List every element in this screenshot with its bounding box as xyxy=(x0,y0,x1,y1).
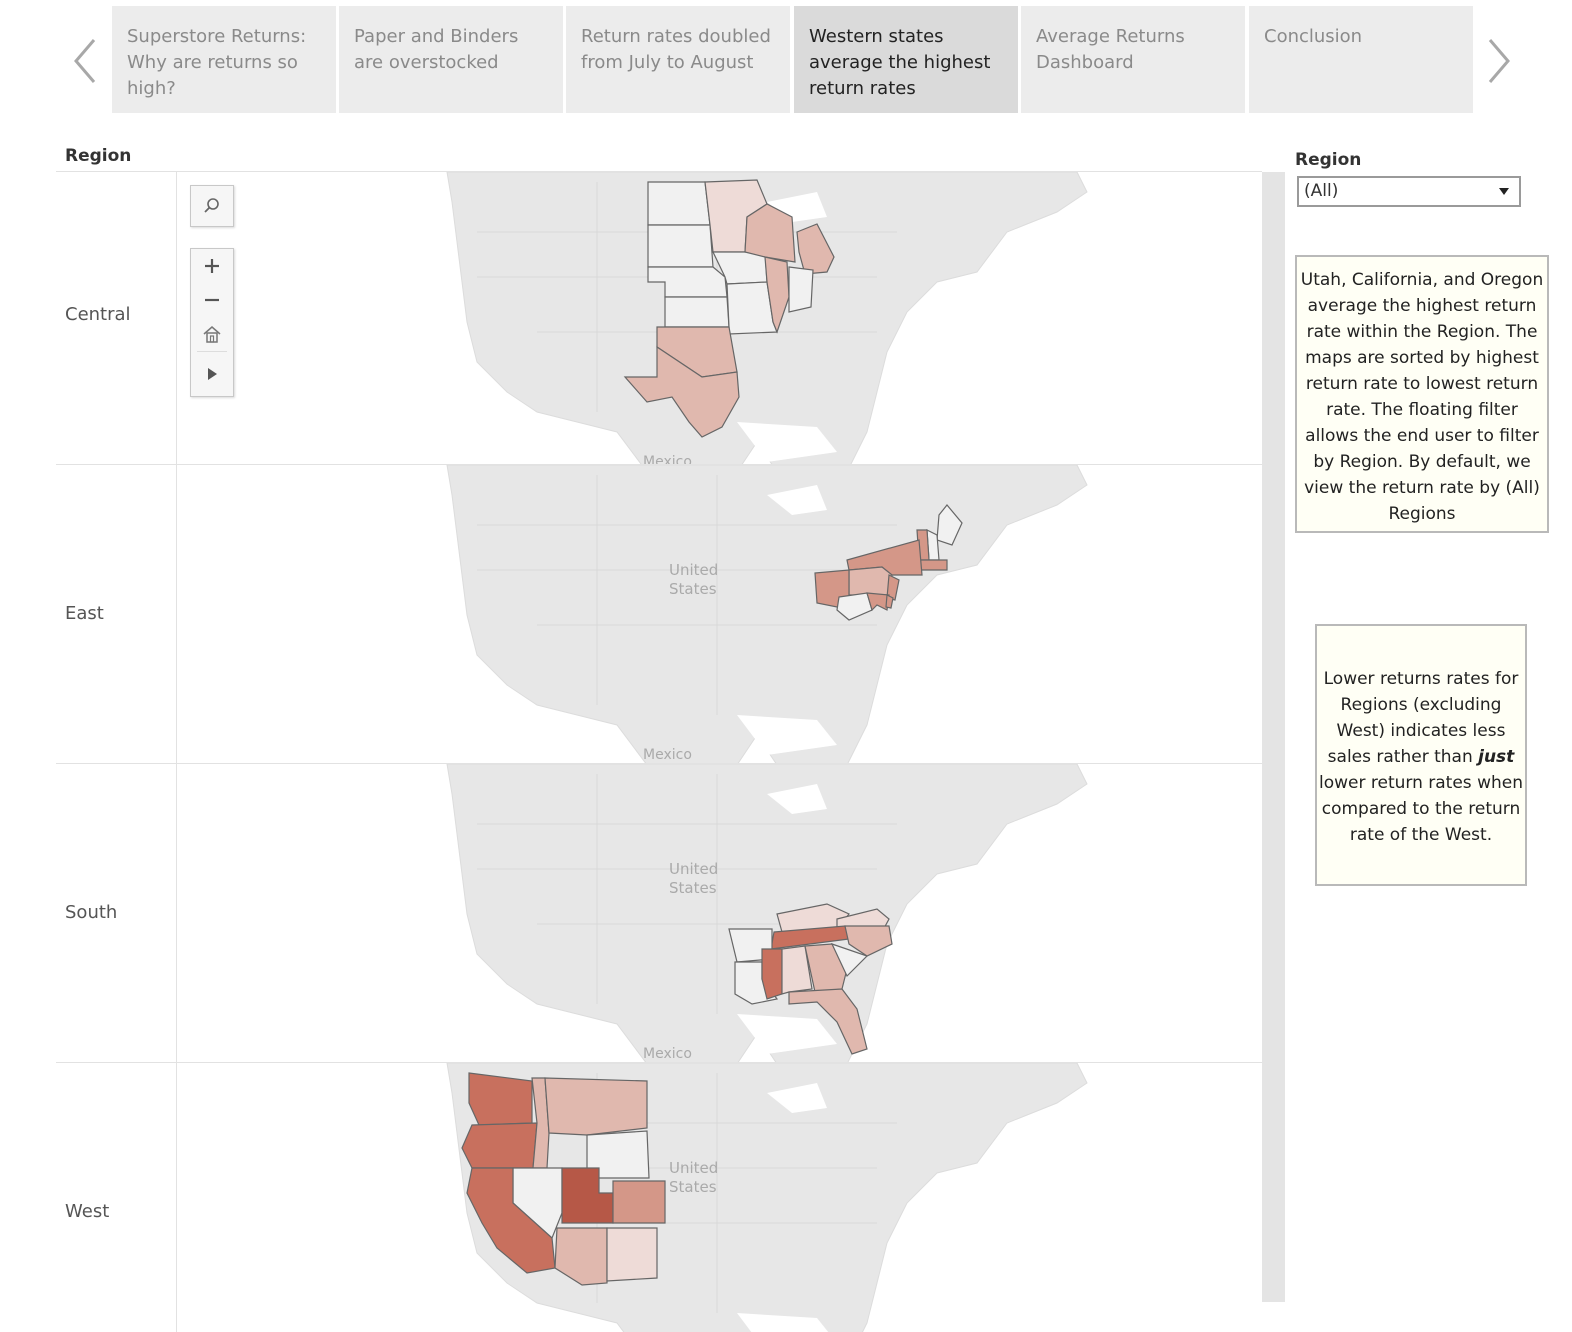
map-central-svg: UnitedStatesMexico xyxy=(177,172,1261,464)
chevron-left-icon[interactable] xyxy=(70,36,100,86)
caption-highest-return-rates: Utah, California, and Oregon average the… xyxy=(1295,255,1549,533)
country-label-line1: United xyxy=(669,561,718,579)
home-icon[interactable] xyxy=(191,317,233,351)
region-filter-title: Region xyxy=(1295,150,1362,170)
story-point-6[interactable]: Conclusion xyxy=(1249,6,1473,113)
vertical-scrollbar[interactable] xyxy=(1262,172,1285,1302)
state-south-dakota[interactable] xyxy=(647,224,714,268)
state-oregon[interactable] xyxy=(461,1122,538,1169)
chevron-right-icon[interactable] xyxy=(1484,36,1514,86)
caret-down-icon xyxy=(1499,188,1509,195)
country-label-line1: United xyxy=(669,1159,718,1177)
country-label-line2: States xyxy=(669,1178,717,1196)
story-point-3[interactable]: Return rates doubled from July to August xyxy=(566,6,790,113)
map-south[interactable]: United States Mexico xyxy=(177,764,1261,1062)
row-label-south: South xyxy=(65,902,118,923)
state-mississippi[interactable] xyxy=(761,948,783,1000)
state-washington[interactable] xyxy=(468,1072,533,1126)
zoom-out-icon[interactable] xyxy=(191,283,233,317)
row-label-west: West xyxy=(65,1201,110,1222)
story-point-1[interactable]: Superstore Returns: Why are returns so h… xyxy=(112,6,336,113)
neighbor-country-label: Mexico xyxy=(643,1046,692,1062)
state-kansas[interactable] xyxy=(664,296,730,328)
map-south-svg: UnitedStates Mexico xyxy=(177,764,1261,1062)
state-pennsylvania[interactable] xyxy=(848,566,893,596)
state-montana[interactable] xyxy=(544,1077,648,1136)
state-colorado[interactable] xyxy=(612,1180,666,1224)
play-icon[interactable] xyxy=(191,352,233,396)
region-filter-value: (All) xyxy=(1304,181,1339,201)
country-label-line2: States xyxy=(669,879,717,897)
story-point-5[interactable]: Average Returns Dashboard xyxy=(1021,6,1245,113)
story-navigator: Superstore Returns: Why are returns so h… xyxy=(0,0,1572,118)
state-new-mexico[interactable] xyxy=(606,1227,658,1282)
state-indiana[interactable] xyxy=(788,266,814,313)
zoom-controls xyxy=(190,248,234,397)
country-label-line2: States xyxy=(669,580,717,598)
map-west-svg: UnitedStatesMexico xyxy=(177,1063,1261,1332)
search-box xyxy=(190,185,234,227)
map-east[interactable]: United States Mexico xyxy=(177,465,1261,763)
row-label-central: Central xyxy=(65,304,131,325)
map-central[interactable]: UnitedStatesMexico xyxy=(177,172,1261,464)
state-massachusetts[interactable] xyxy=(918,559,948,571)
map-west[interactable]: UnitedStatesMexico xyxy=(177,1063,1261,1332)
caption-two-text-end: lower return rates when compared to the … xyxy=(1319,773,1523,845)
caption-two-emphasis: just xyxy=(1478,747,1515,767)
region-filter-dropdown[interactable]: (All) xyxy=(1297,176,1521,207)
country-label-line1: United xyxy=(669,860,718,878)
state-north-dakota[interactable] xyxy=(647,181,711,226)
map-east-svg: UnitedStates Mexico xyxy=(177,465,1261,763)
region-column-header: Region xyxy=(65,146,132,166)
story-point-2[interactable]: Paper and Binders are overstocked xyxy=(339,6,563,113)
caption-lower-return-rates: Lower returns rates for Regions (excludi… xyxy=(1315,624,1527,886)
state-delaware[interactable] xyxy=(885,594,894,609)
neighbor-country-label: Mexico xyxy=(643,747,692,763)
story-point-4[interactable]: Western states average the highest retur… xyxy=(794,6,1018,113)
row-label-east: East xyxy=(65,603,104,624)
zoom-in-icon[interactable] xyxy=(191,249,233,283)
search-icon[interactable] xyxy=(191,186,233,226)
neighbor-country-label: Mexico xyxy=(643,454,692,464)
